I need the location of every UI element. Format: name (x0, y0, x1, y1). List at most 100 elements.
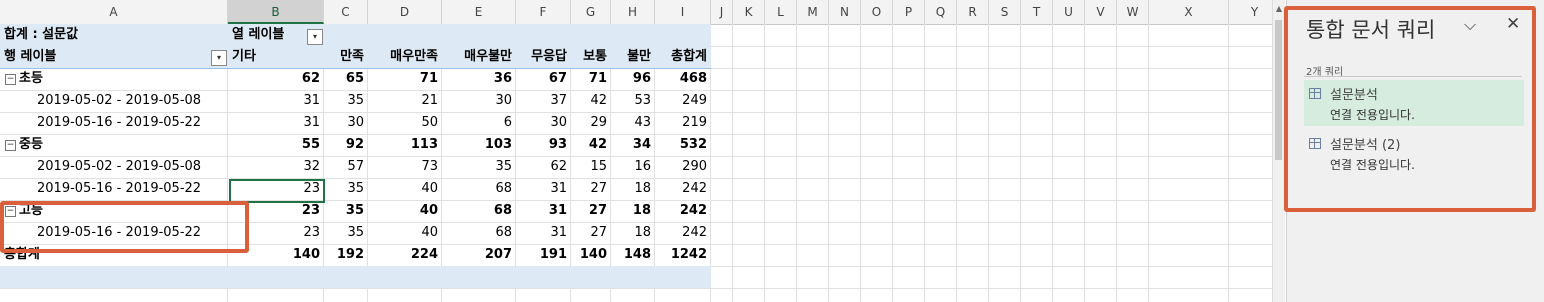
pivot-column-header[interactable]: 총합계 (655, 46, 707, 68)
pivot-column-header[interactable]: 불만 (611, 46, 651, 68)
pivot-value-cell[interactable]: 30 (324, 112, 364, 134)
active-cell[interactable] (229, 179, 325, 203)
pivot-value-cell[interactable]: 6 (442, 112, 512, 134)
pivot-value-cell[interactable]: 62 (516, 156, 567, 178)
pivot-row-label[interactable]: 2019-05-02 - 2019-05-08 (37, 156, 227, 178)
pivot-value-cell[interactable]: 93 (516, 134, 567, 156)
pivot-column-header[interactable]: 보통 (571, 46, 607, 68)
pivot-row-label[interactable]: 2019-05-16 - 2019-05-22 (37, 178, 227, 200)
column-header-e[interactable]: E (442, 0, 516, 24)
pivot-value-cell[interactable]: 140 (571, 244, 607, 266)
pivot-value-cell[interactable]: 18 (611, 222, 651, 244)
column-header-q[interactable]: Q (925, 0, 957, 24)
column-header-i[interactable]: I (655, 0, 711, 24)
pivot-value-cell[interactable]: 191 (516, 244, 567, 266)
pivot-value-cell[interactable]: 35 (324, 90, 364, 112)
pivot-value-cell[interactable]: 290 (655, 156, 707, 178)
pivot-value-cell[interactable]: 40 (368, 178, 438, 200)
column-header-t[interactable]: T (1021, 0, 1053, 24)
pivot-value-cell[interactable]: 192 (324, 244, 364, 266)
pivot-value-cell[interactable]: 73 (368, 156, 438, 178)
pivot-column-label[interactable]: 열 레이블 (232, 24, 312, 46)
column-header-m[interactable]: M (797, 0, 829, 24)
pivot-value-cell[interactable]: 148 (611, 244, 651, 266)
column-header-x[interactable]: X (1149, 0, 1229, 24)
pivot-value-cell[interactable]: 29 (571, 112, 607, 134)
pivot-value-cell[interactable]: 113 (368, 134, 438, 156)
pivot-value-cell[interactable]: 40 (368, 200, 438, 222)
pivot-value-cell[interactable]: 57 (324, 156, 364, 178)
pivot-value-cell[interactable]: 40 (368, 222, 438, 244)
column-header-a[interactable]: A (0, 0, 228, 24)
pivot-value-cell[interactable]: 35 (324, 200, 364, 222)
pivot-value-cell[interactable]: 67 (516, 68, 567, 90)
column-header-y[interactable]: Y (1229, 0, 1272, 24)
column-header-s[interactable]: S (989, 0, 1021, 24)
pivot-value-cell[interactable]: 16 (611, 156, 651, 178)
pivot-value-cell[interactable]: 65 (324, 68, 364, 90)
pivot-value-cell[interactable]: 1242 (655, 244, 707, 266)
pivot-value-cell[interactable]: 27 (571, 178, 607, 200)
column-header-k[interactable]: K (733, 0, 765, 24)
column-header-c[interactable]: C (324, 0, 368, 24)
pivot-value-cell[interactable]: 31 (516, 200, 567, 222)
pivot-value-cell[interactable]: 30 (516, 112, 567, 134)
pivot-value-cell[interactable]: 42 (571, 134, 607, 156)
pivot-value-cell[interactable]: 21 (368, 90, 438, 112)
pivot-value-cell[interactable]: 242 (655, 222, 707, 244)
pivot-value-cell[interactable]: 32 (228, 156, 320, 178)
pivot-value-cell[interactable]: 15 (571, 156, 607, 178)
pivot-value-cell[interactable]: 249 (655, 90, 707, 112)
pivot-value-cell[interactable]: 92 (324, 134, 364, 156)
column-header-v[interactable]: V (1085, 0, 1117, 24)
pivot-value-cell[interactable]: 103 (442, 134, 512, 156)
pivot-value-cell[interactable]: 68 (442, 222, 512, 244)
pivot-row-group[interactable]: − 중등 (5, 134, 205, 156)
collapse-icon[interactable]: − (5, 74, 16, 85)
pivot-value-cell[interactable]: 68 (442, 200, 512, 222)
pivot-value-cell[interactable]: 35 (324, 222, 364, 244)
column-header-l[interactable]: L (765, 0, 797, 24)
pivot-value-cell[interactable]: 68 (442, 178, 512, 200)
worksheet[interactable]: ABCDEFGHIJKLMNOPQRSTUVWXY 합계 : 설문값 열 레이블 ▾… (0, 0, 1272, 302)
pivot-value-cell[interactable]: 242 (655, 200, 707, 222)
column-header-b[interactable]: B (228, 0, 324, 24)
pivot-value-cell[interactable]: 27 (571, 222, 607, 244)
column-header-f[interactable]: F (516, 0, 571, 24)
pivot-row-label[interactable]: 2019-05-16 - 2019-05-22 (37, 112, 227, 134)
column-header-u[interactable]: U (1053, 0, 1085, 24)
scroll-thumb[interactable] (1275, 20, 1282, 160)
pivot-value-cell[interactable]: 224 (368, 244, 438, 266)
pivot-value-cell[interactable]: 71 (368, 68, 438, 90)
pivot-value-cell[interactable]: 62 (228, 68, 320, 90)
pivot-value-cell[interactable]: 37 (516, 90, 567, 112)
pivot-value-cell[interactable]: 43 (611, 112, 651, 134)
pivot-value-cell[interactable]: 27 (571, 200, 607, 222)
pivot-value-cell[interactable]: 34 (611, 134, 651, 156)
pivot-value-cell[interactable]: 35 (442, 156, 512, 178)
pivot-value-cell[interactable]: 18 (611, 178, 651, 200)
pivot-row-label[interactable]: 행 레이블 (4, 46, 204, 68)
pivot-value-cell[interactable]: 468 (655, 68, 707, 90)
pivot-column-header[interactable]: 만족 (324, 46, 364, 68)
pivot-value-cell[interactable]: 31 (516, 178, 567, 200)
pivot-value-cell[interactable]: 55 (228, 134, 320, 156)
pivot-value-cell[interactable]: 50 (368, 112, 438, 134)
column-filter-dropdown-icon[interactable]: ▾ (307, 29, 323, 45)
column-header-r[interactable]: R (957, 0, 989, 24)
pivot-value-cell[interactable]: 36 (442, 68, 512, 90)
pivot-value-cell[interactable]: 42 (571, 90, 607, 112)
pivot-value-cell[interactable]: 18 (611, 200, 651, 222)
column-header-w[interactable]: W (1117, 0, 1149, 24)
pivot-value-cell[interactable]: 31 (516, 222, 567, 244)
pivot-value-cell[interactable]: 219 (655, 112, 707, 134)
pivot-value-cell[interactable]: 31 (228, 112, 320, 134)
pivot-row-group[interactable]: − 초등 (5, 68, 205, 90)
pivot-value-cell[interactable]: 71 (571, 68, 607, 90)
pivot-value-cell[interactable]: 207 (442, 244, 512, 266)
pivot-value-cell[interactable]: 35 (324, 178, 364, 200)
pivot-value-cell[interactable]: 31 (228, 90, 320, 112)
pivot-value-cell[interactable]: 96 (611, 68, 651, 90)
pivot-value-cell[interactable]: 532 (655, 134, 707, 156)
pivot-column-header[interactable]: 무응답 (516, 46, 567, 68)
